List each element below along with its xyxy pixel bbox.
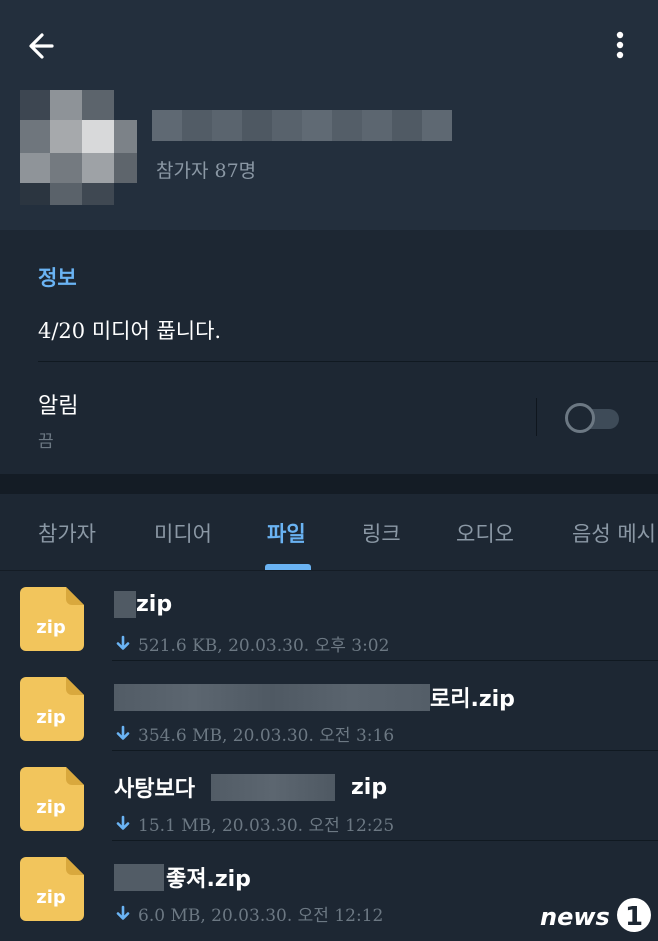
back-button[interactable] bbox=[22, 26, 66, 66]
redacted-text bbox=[210, 773, 335, 801]
file-type-label: zip bbox=[36, 797, 66, 818]
file-meta: 521.6 KB, 20.03.30. 오후 3:02 bbox=[114, 631, 389, 656]
redacted-text bbox=[114, 863, 164, 891]
member-count: 참가자 87명 bbox=[156, 160, 257, 182]
file-item[interactable]: zip 로리.zip 354.6 MB, 20.03.30. 오전 3:16 bbox=[0, 661, 658, 751]
active-tab-indicator bbox=[265, 564, 311, 570]
info-section: 정보 4/20 미디어 풉니다. 알림 끔 bbox=[0, 230, 658, 474]
file-name-suffix: zip bbox=[350, 774, 388, 800]
file-name-suffix: 로리.zip bbox=[430, 687, 515, 712]
divider bbox=[536, 398, 537, 436]
more-options-button[interactable] bbox=[602, 26, 638, 66]
chat-title-redacted bbox=[152, 110, 452, 141]
notification-toggle[interactable] bbox=[565, 403, 621, 433]
download-arrow-icon bbox=[116, 815, 130, 830]
download-arrow-icon bbox=[116, 635, 130, 650]
zip-file-icon: zip bbox=[20, 677, 84, 741]
download-arrow-icon bbox=[116, 905, 130, 920]
redacted-text bbox=[114, 683, 430, 711]
chat-description: 4/20 미디어 풉니다. bbox=[38, 319, 222, 343]
file-name-prefix: 사탕보다 bbox=[114, 777, 195, 802]
watermark-text: news bbox=[540, 903, 610, 931]
file-item[interactable]: zip 사탕보다 zip 15.1 MB, 20.03.30. 오전 12:25 bbox=[0, 751, 658, 841]
tab-audio[interactable]: 오디오 bbox=[456, 518, 514, 548]
more-vertical-icon bbox=[616, 31, 624, 59]
file-details: 6.0 MB, 20.03.30. 오전 12:12 bbox=[138, 906, 384, 926]
file-name: 좋져.zip bbox=[114, 861, 251, 893]
section-gap bbox=[0, 474, 658, 494]
file-name-suffix: zip bbox=[136, 592, 173, 617]
file-name-suffix: 좋져.zip bbox=[166, 867, 251, 892]
zip-file-icon: zip bbox=[20, 767, 84, 831]
file-details: 521.6 KB, 20.03.30. 오후 3:02 bbox=[138, 636, 390, 656]
toggle-knob bbox=[565, 403, 595, 433]
file-details: 354.6 MB, 20.03.30. 오전 3:16 bbox=[138, 726, 395, 746]
file-type-label: zip bbox=[36, 617, 66, 638]
tab-voice-messages[interactable]: 음성 메시 bbox=[572, 518, 656, 548]
file-meta: 15.1 MB, 20.03.30. 오전 12:25 bbox=[114, 811, 394, 836]
tab-files[interactable]: 파일 bbox=[267, 518, 306, 548]
file-item[interactable]: zip zip 521.6 KB, 20.03.30. 오후 3:02 bbox=[0, 571, 658, 661]
notification-label: 알림 bbox=[38, 394, 79, 419]
chat-profile-header: 참가자 87명 bbox=[0, 0, 658, 230]
notification-status: 끔 bbox=[38, 432, 54, 452]
file-type-label: zip bbox=[36, 887, 66, 908]
tab-media[interactable]: 미디어 bbox=[154, 518, 212, 548]
file-name: 로리.zip bbox=[114, 681, 515, 713]
download-arrow-icon bbox=[116, 725, 130, 740]
tab-links[interactable]: 링크 bbox=[362, 518, 401, 548]
watermark-number: 1 bbox=[625, 902, 643, 932]
divider bbox=[38, 361, 658, 362]
file-name: zip bbox=[114, 591, 172, 618]
file-meta: 354.6 MB, 20.03.30. 오전 3:16 bbox=[114, 721, 394, 746]
file-meta: 6.0 MB, 20.03.30. 오전 12:12 bbox=[114, 901, 383, 926]
redacted-text bbox=[114, 591, 136, 618]
news1-watermark-logo: news 1 bbox=[540, 898, 651, 932]
file-type-label: zip bbox=[36, 707, 66, 728]
tab-members[interactable]: 참가자 bbox=[38, 518, 96, 548]
file-details: 15.1 MB, 20.03.30. 오전 12:25 bbox=[138, 816, 395, 836]
file-name: 사탕보다 zip bbox=[114, 771, 387, 803]
avatar[interactable] bbox=[20, 90, 137, 205]
media-tabs: 참가자 미디어 파일 링크 오디오 음성 메시 bbox=[0, 494, 658, 571]
arrow-left-icon bbox=[29, 33, 54, 59]
info-heading: 정보 bbox=[38, 266, 77, 290]
zip-file-icon: zip bbox=[20, 587, 84, 651]
zip-file-icon: zip bbox=[20, 857, 84, 921]
